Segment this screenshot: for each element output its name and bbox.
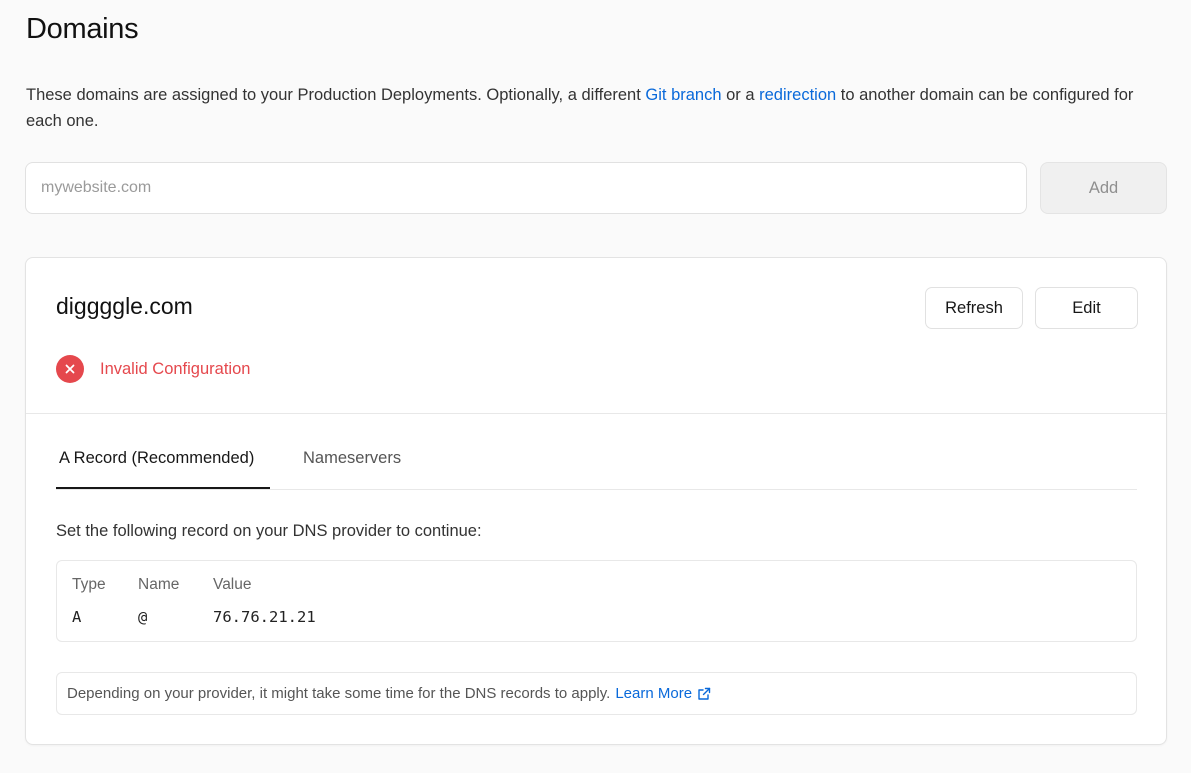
type-header: Type	[72, 576, 106, 593]
add-domain-button[interactable]: Add	[1040, 162, 1167, 214]
record-name: @	[138, 608, 148, 626]
external-link-icon	[697, 687, 711, 701]
domain-card: diggggle.com Refresh Edit Invalid Config…	[25, 257, 1167, 745]
dns-note-text: Depending on your provider, it might tak…	[67, 685, 611, 702]
refresh-button[interactable]: Refresh	[925, 287, 1023, 329]
description-text-2: or a	[721, 86, 760, 104]
card-divider	[26, 413, 1166, 414]
value-header: Value	[213, 576, 252, 593]
tab-nameservers[interactable]: Nameservers	[303, 445, 401, 489]
name-header: Name	[138, 576, 180, 593]
dns-instruction: Set the following record on your DNS pro…	[56, 522, 482, 540]
domains-page: Domains These domains are assigned to yo…	[0, 0, 1191, 773]
record-tabs: A Record (Recommended) Nameservers	[56, 445, 1137, 490]
learn-more-label: Learn More	[615, 685, 693, 702]
learn-more-link[interactable]: Learn More	[615, 685, 711, 702]
git-branch-link[interactable]: Git branch	[645, 86, 721, 104]
domain-input[interactable]	[25, 162, 1027, 214]
dns-record-table: Type Name Value A @ 76.76.21.21	[56, 560, 1137, 642]
tab-a-record-label: A Record (Recommended)	[59, 449, 255, 467]
status-row: Invalid Configuration	[56, 355, 250, 383]
tab-nameservers-label: Nameservers	[303, 449, 402, 467]
record-type: A	[72, 608, 82, 626]
domain-name: diggggle.com	[56, 293, 193, 319]
page-title: Domains	[26, 13, 139, 45]
status-text: Invalid Configuration	[100, 359, 251, 378]
tab-a-record[interactable]: A Record (Recommended)	[56, 445, 270, 489]
description-text-1: These domains are assigned to your Produ…	[26, 86, 646, 104]
x-circle-icon	[56, 355, 84, 383]
record-value: 76.76.21.21	[213, 608, 316, 626]
redirection-link[interactable]: redirection	[759, 86, 836, 104]
edit-button[interactable]: Edit	[1035, 287, 1138, 329]
dns-note: Depending on your provider, it might tak…	[56, 672, 1137, 715]
page-description: These domains are assigned to your Produ…	[26, 82, 1166, 134]
